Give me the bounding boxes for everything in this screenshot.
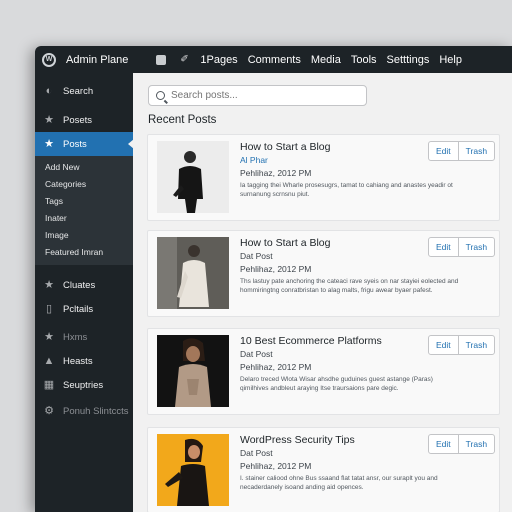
sidebar-item-hxms[interactable]: ★ Hxms — [35, 325, 133, 349]
people-icon: ★ — [44, 331, 54, 343]
submenu-add-new[interactable]: Add New — [35, 159, 133, 176]
gear-icon: ⚙ — [44, 405, 54, 417]
post-card: WordPress Security Tips Dat Post Pehliha… — [147, 427, 500, 512]
trash-button[interactable]: Trash — [457, 142, 494, 160]
post-actions: Edit Trash — [428, 434, 496, 454]
post-date: Pehlihaz, 2012 PM — [240, 168, 312, 178]
post-thumbnail[interactable] — [157, 141, 229, 213]
post-excerpt: Ths lastuy pate anchoring the cateaci ra… — [240, 278, 459, 294]
top-menu-comments[interactable]: Comments — [248, 54, 301, 66]
post-thumbnail[interactable] — [157, 434, 229, 506]
post-title[interactable]: How to Start a Blog — [240, 141, 330, 153]
search-box[interactable] — [148, 85, 367, 106]
post-actions: Edit Trash — [428, 335, 496, 355]
sidebar-item-label: Ponuh Slintccts — [63, 405, 129, 417]
post-excerpt: I. stainer caliood ohne Bus ssaand flat … — [240, 475, 438, 491]
sidebar-item-label: Posts — [63, 138, 87, 150]
sidebar-item-label: Hxms — [63, 331, 88, 343]
top-menu: 1Pages Comments Media Tools Setttings He… — [200, 54, 462, 66]
sidebar-item-pcltails[interactable]: ▯ Pcltails — [35, 297, 133, 321]
sidebar-item-search[interactable]: ◐ Search — [35, 79, 133, 103]
main-content: Recent Posts How to Start a Blog Al Phar… — [133, 73, 512, 512]
post-title[interactable]: WordPress Security Tips — [240, 434, 355, 446]
admin-window: W Admin Plane ✐ 1Pages Comments Media To… — [35, 46, 512, 512]
post-card: 10 Best Ecommerce Platforms Dat Post Peh… — [147, 328, 500, 415]
search-icon — [156, 91, 165, 100]
pin-icon: ★ — [44, 279, 54, 291]
sidebar-item-label: Search — [63, 85, 94, 97]
search-input[interactable] — [171, 90, 351, 101]
person-icon: ▲ — [43, 355, 55, 367]
top-menu-settings[interactable]: Setttings — [387, 54, 430, 66]
post-card: How to Start a Blog Al Phar Pehlihaz, 20… — [147, 134, 500, 221]
post-author[interactable]: Al Phar — [240, 155, 268, 165]
wordpress-logo-icon[interactable]: W — [42, 52, 56, 67]
pin-icon: ★ — [44, 138, 54, 150]
grid-icon: ▦ — [43, 379, 55, 391]
admin-top-bar: W Admin Plane ✐ 1Pages Comments Media To… — [35, 46, 512, 73]
palette-icon: ◐ — [45, 85, 53, 97]
top-menu-pages[interactable]: 1Pages — [200, 54, 237, 66]
trash-button[interactable]: Trash — [457, 238, 494, 256]
post-date: Pehlihaz, 2012 PM — [240, 362, 312, 372]
pin-icon: ★ — [44, 114, 54, 126]
post-excerpt: Delaro treced Wlota Wisar ahsdhe guduine… — [240, 376, 433, 392]
post-actions: Edit Trash — [428, 141, 496, 161]
comment-bubble-icon[interactable] — [156, 54, 167, 65]
post-thumbnail[interactable] — [157, 335, 229, 407]
edit-button[interactable]: Edit — [429, 336, 458, 354]
sidebar-item-cluates[interactable]: ★ Cluates — [35, 273, 133, 297]
top-menu-media[interactable]: Media — [311, 54, 341, 66]
edit-button[interactable]: Edit — [429, 142, 458, 160]
submenu-image[interactable]: Image — [35, 227, 133, 244]
sidebar-item-posets[interactable]: ★ Posets — [35, 108, 133, 132]
sidebar-item-seuptries[interactable]: ▦ Seuptries — [35, 373, 133, 397]
site-name[interactable]: Admin Plane — [66, 54, 128, 66]
posts-submenu: Add New Categories Tags Inater Image Fea… — [35, 156, 133, 265]
pin-icon[interactable]: ✐ — [180, 54, 190, 65]
post-thumbnail[interactable] — [157, 237, 229, 309]
admin-sidebar: ◐ Search ★ Posets ★ Posts Add New Catego… — [35, 73, 134, 512]
submenu-tags[interactable]: Tags — [35, 193, 133, 210]
sidebar-item-label: Posets — [63, 114, 93, 126]
post-title[interactable]: How to Start a Blog — [240, 237, 330, 249]
edit-button[interactable]: Edit — [429, 435, 458, 453]
sidebar-item-posts[interactable]: ★ Posts — [35, 132, 134, 156]
post-card: How to Start a Blog Dat Post Pehlihaz, 2… — [147, 230, 500, 317]
top-menu-tools[interactable]: Tools — [351, 54, 377, 66]
post-actions: Edit Trash — [428, 237, 496, 257]
post-type: Dat Post — [240, 448, 273, 458]
trash-button[interactable]: Trash — [457, 336, 494, 354]
top-menu-help[interactable]: Help — [439, 54, 462, 66]
trash-button[interactable]: Trash — [457, 435, 494, 453]
sidebar-item-heasts[interactable]: ▲ Heasts — [35, 349, 133, 373]
sidebar-item-label: Pcltails — [63, 303, 94, 315]
sidebar-item-ponuh-slintccts[interactable]: ⚙ Ponuh Slintccts — [35, 399, 133, 423]
post-type: Dat Post — [240, 349, 273, 359]
post-date: Pehlihaz, 2012 PM — [240, 264, 312, 274]
sidebar-item-label: Seuptries — [63, 379, 104, 391]
section-title: Recent Posts — [148, 114, 217, 126]
submenu-categories[interactable]: Categories — [35, 176, 133, 193]
post-type: Dat Post — [240, 251, 273, 261]
sidebar-item-label: Cluates — [63, 279, 96, 291]
submenu-inater[interactable]: Inater — [35, 210, 133, 227]
submenu-featured-image[interactable]: Featured Imran — [35, 244, 133, 261]
page-icon: ▯ — [45, 303, 53, 315]
post-excerpt: Ia tagging thei Wharle prosesugrs, tamat… — [240, 182, 453, 198]
sidebar-item-label: Heasts — [63, 355, 93, 367]
post-date: Pehlihaz, 2012 PM — [240, 461, 312, 471]
edit-button[interactable]: Edit — [429, 238, 458, 256]
post-title[interactable]: 10 Best Ecommerce Platforms — [240, 335, 382, 347]
